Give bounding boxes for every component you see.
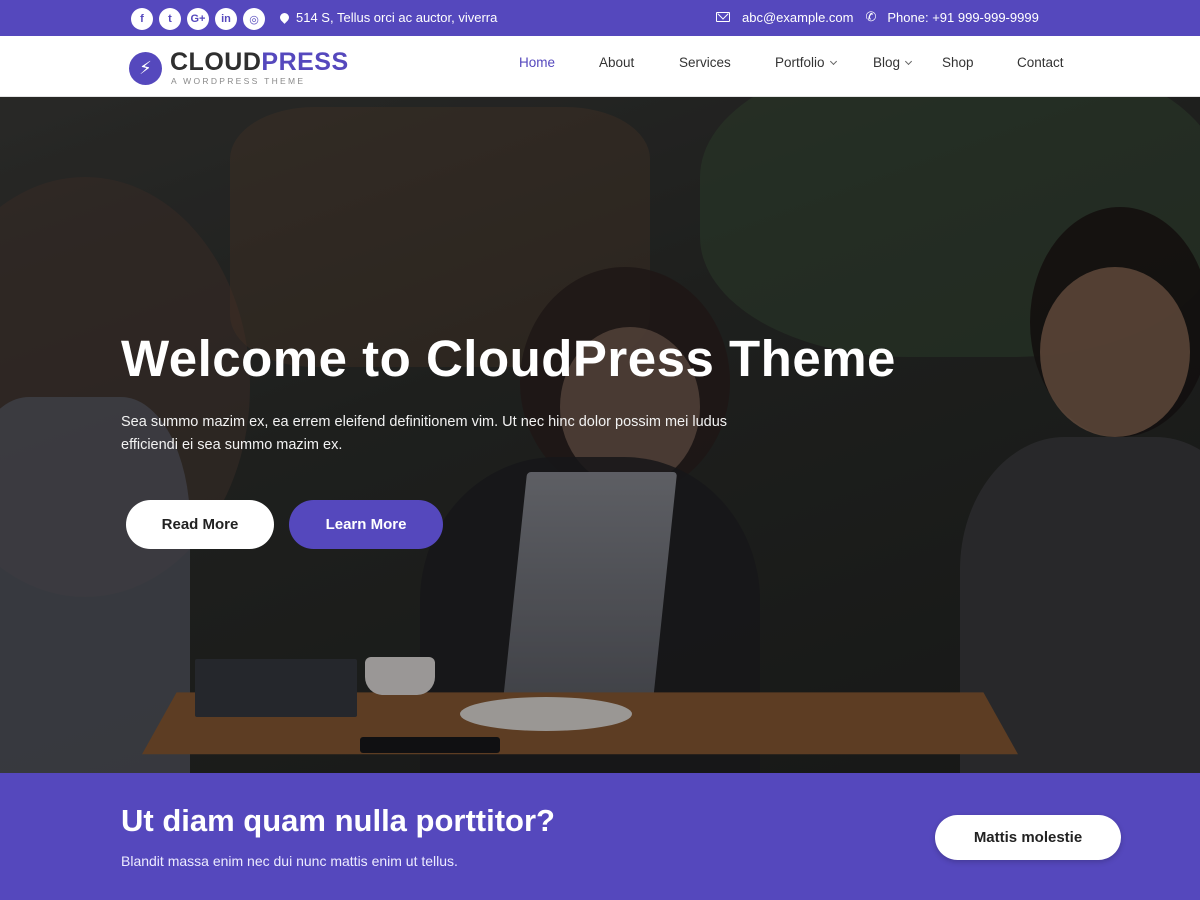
address-text: 514 S, Tellus orci ac auctor, viverra	[296, 10, 498, 25]
cta-heading: Ut diam quam nulla porttitor?	[121, 803, 555, 838]
cta-button[interactable]: Mattis molestie	[935, 815, 1121, 860]
nav-services[interactable]: Services	[679, 55, 731, 70]
nav-shop-label: Shop	[942, 55, 974, 70]
hero-title: Welcome to CloudPress Theme	[121, 330, 896, 387]
contact-info: abc@example.com ✆ Phone: +91 999-999-999…	[716, 9, 1039, 25]
nav-contact[interactable]: Contact	[1017, 55, 1064, 70]
top-bar: f t G+ in ◎ 514 S, Tellus orci ac auctor…	[0, 0, 1200, 36]
nav-shop[interactable]: Shop	[942, 55, 974, 70]
envelope-icon	[716, 12, 730, 22]
nav-portfolio[interactable]: Portfolio	[775, 55, 837, 70]
phone-icon: ✆	[865, 9, 877, 24]
main-nav: Home About Services Portfolio Blog Shop …	[0, 55, 1200, 75]
nav-home-label: Home	[519, 55, 556, 70]
call-to-action-band: Ut diam quam nulla porttitor? Blandit ma…	[0, 773, 1200, 900]
chevron-down-icon	[904, 57, 913, 65]
learn-more-button[interactable]: Learn More	[289, 500, 443, 549]
google-plus-icon[interactable]: G+	[187, 8, 209, 30]
cta-text: Blandit massa enim nec dui nunc mattis e…	[121, 853, 458, 869]
chevron-down-icon	[829, 57, 837, 65]
map-pin-icon	[278, 11, 291, 24]
address-info: 514 S, Tellus orci ac auctor, viverra	[278, 10, 498, 25]
nav-about[interactable]: About	[599, 55, 634, 70]
nav-services-label: Services	[679, 55, 731, 70]
linkedin-icon[interactable]: in	[215, 8, 237, 30]
twitter-icon[interactable]: t	[159, 8, 181, 30]
nav-home[interactable]: Home	[519, 55, 555, 70]
nav-portfolio-label: Portfolio	[775, 55, 825, 70]
instagram-icon[interactable]: ◎	[243, 8, 265, 30]
read-more-button[interactable]: Read More	[126, 500, 274, 549]
nav-blog[interactable]: Blog	[873, 55, 913, 70]
phone-text: Phone: +91 999-999-9999	[887, 9, 1039, 25]
hero-subtitle: Sea summo mazim ex, ea errem eleifend de…	[121, 414, 728, 453]
facebook-icon[interactable]: f	[131, 8, 153, 30]
logo-tagline: A WORDPRESS THEME	[171, 76, 306, 86]
email-link[interactable]: abc@example.com	[742, 10, 853, 25]
nav-about-label: About	[599, 55, 635, 70]
nav-blog-label: Blog	[873, 55, 901, 70]
social-links: f t G+ in ◎	[131, 8, 265, 30]
site-header: ⚡ CLOUDPRESS A WORDPRESS THEME Home Abou…	[0, 36, 1200, 97]
hero-banner: Welcome to CloudPress Theme Sea summo ma…	[0, 97, 1200, 773]
nav-contact-label: Contact	[1017, 55, 1064, 70]
